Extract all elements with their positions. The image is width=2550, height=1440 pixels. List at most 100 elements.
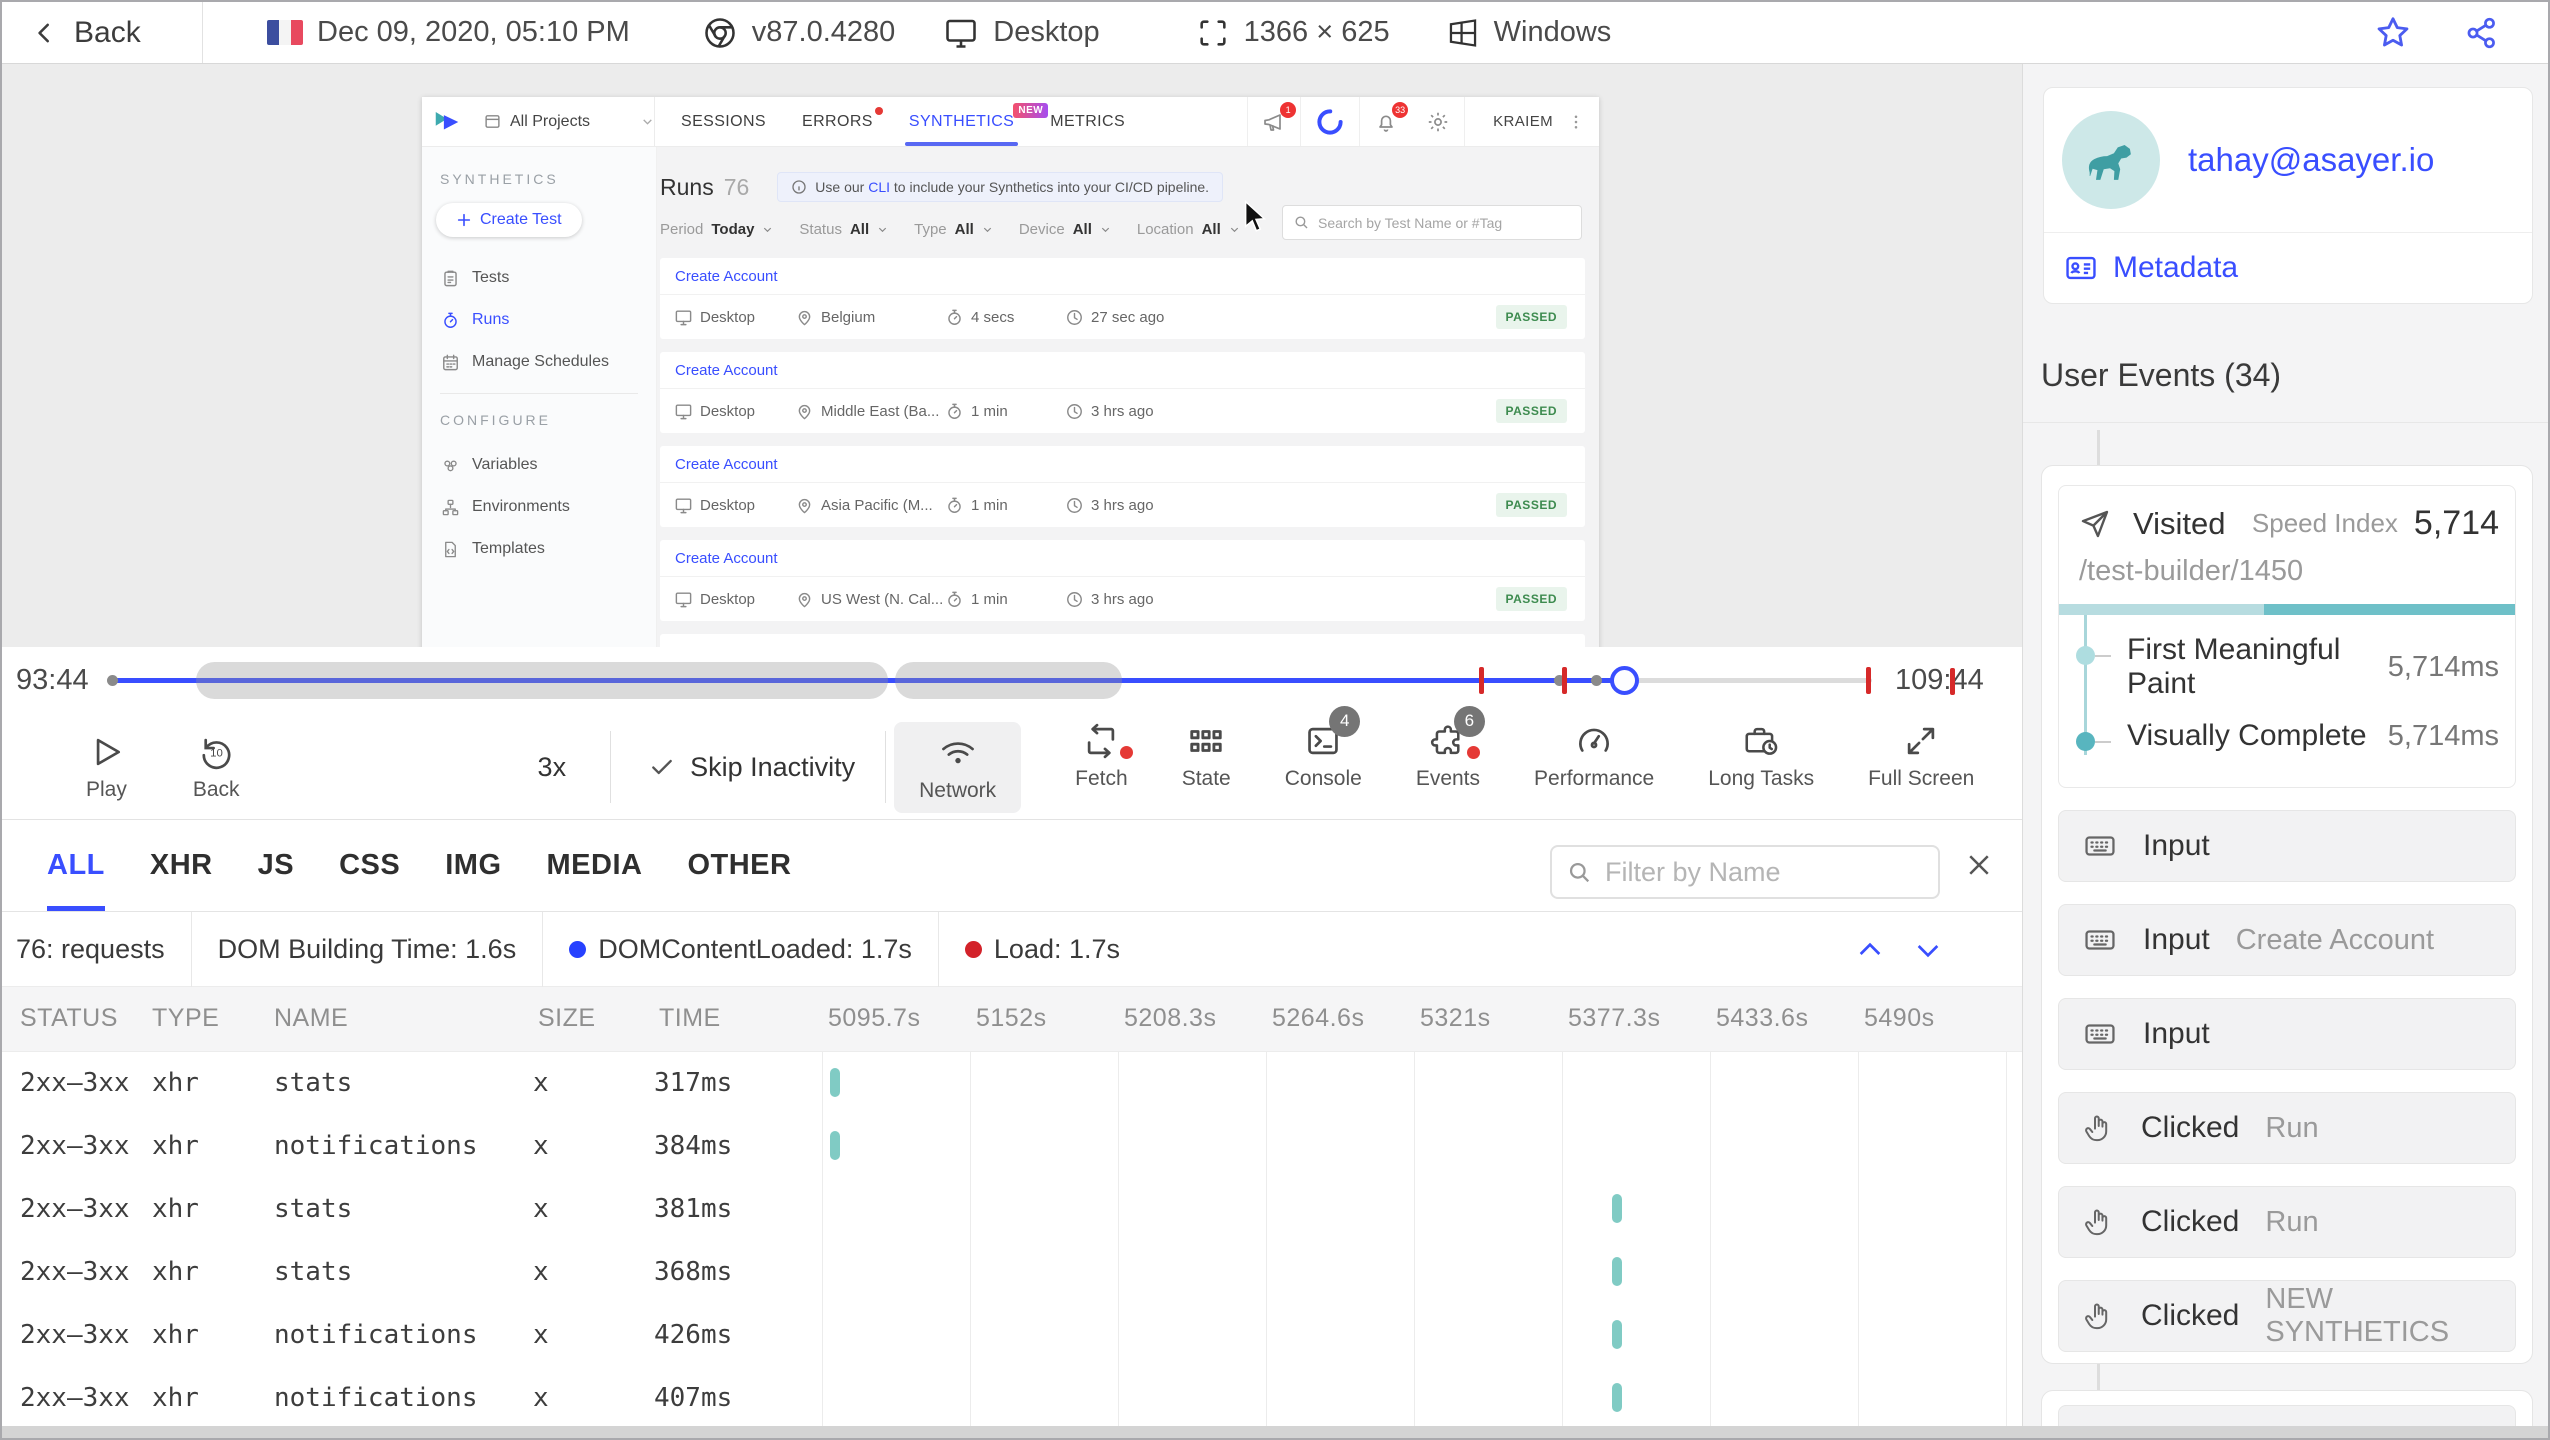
- back-button[interactable]: Back: [2, 16, 202, 50]
- favorite-star-icon[interactable]: [2374, 14, 2412, 52]
- run-detail-row: Desktop Belgium 4 secs 27 sec ago PASSED: [660, 294, 1585, 339]
- clicked-event-item[interactable]: Clicked Run: [2058, 1092, 2516, 1164]
- back-10-button[interactable]: 10 Back: [193, 733, 240, 802]
- filter-device[interactable]: Device All: [1019, 221, 1111, 238]
- full-screen-panel-button[interactable]: Full Screen: [1868, 722, 1974, 791]
- clicked-event-item[interactable]: Clicked NEW SYNTHETICS: [2058, 1280, 2516, 1352]
- size-cell: x: [533, 1131, 549, 1161]
- net-tab-all[interactable]: ALL: [47, 820, 105, 911]
- chevron-down-icon[interactable]: [1912, 934, 1944, 966]
- run-device-label: Desktop: [700, 402, 756, 420]
- events-panel-button[interactable]: 6 Events: [1416, 705, 1485, 791]
- filter-status[interactable]: Status All: [799, 221, 888, 238]
- share-icon[interactable]: [2464, 15, 2500, 51]
- skip-inactivity-toggle[interactable]: Skip Inactivity: [649, 752, 855, 783]
- sidebar-item-runs[interactable]: Runs: [422, 299, 656, 341]
- horizontal-scrollbar[interactable]: [2, 1426, 2548, 1438]
- sidebar-item-label: Runs: [472, 311, 510, 328]
- input-event-item[interactable]: Input: [2058, 998, 2516, 1070]
- app-tab-metrics[interactable]: METRICS: [1050, 97, 1125, 146]
- user-menu[interactable]: KRAIEM: [1464, 97, 1599, 146]
- app-tab-errors[interactable]: ERRORS: [802, 97, 883, 146]
- chevron-up-icon[interactable]: [1854, 934, 1886, 966]
- filter-period[interactable]: Period Today: [660, 221, 773, 238]
- id-card-icon: [2064, 251, 2098, 285]
- col-header-name: NAME: [274, 1004, 349, 1032]
- network-request-row[interactable]: 2xx–3xx xhr stats x 368ms: [2, 1241, 2022, 1304]
- app-top-nav: All Projects SESSIONS ERRORS SYNTHETICS NEW…: [422, 96, 1599, 147]
- test-name-link[interactable]: Create Account: [660, 446, 1585, 482]
- net-tab-img[interactable]: IMG: [445, 820, 501, 911]
- project-selector[interactable]: All Projects: [484, 113, 654, 131]
- app-tab-synthetics[interactable]: SYNTHETICS NEW: [904, 97, 1049, 146]
- user-email-link[interactable]: tahay@asayer.io: [2188, 141, 2434, 179]
- notifications-badge: 33: [1392, 102, 1409, 118]
- metric-row: Visually Complete 5,714ms: [2059, 719, 2499, 753]
- fetch-panel-button[interactable]: Fetch: [1075, 722, 1134, 791]
- test-name-link[interactable]: Create Account: [660, 540, 1585, 576]
- network-filter-box[interactable]: [1550, 845, 1940, 899]
- settings-button[interactable]: [1412, 97, 1464, 146]
- network-request-row[interactable]: 2xx–3xx xhr notifications x 407ms: [2, 1367, 2022, 1430]
- next-events-group-card: [2041, 1390, 2533, 1430]
- app-tab-sessions[interactable]: SESSIONS: [681, 97, 766, 146]
- network-request-row[interactable]: 2xx–3xx xhr stats x 317ms: [2, 1052, 2022, 1115]
- network-request-row[interactable]: 2xx–3xx xhr notifications x 384ms: [2, 1115, 2022, 1178]
- clock-icon: [1065, 402, 1084, 421]
- speed-index-label: Speed Index: [2251, 508, 2398, 538]
- long-tasks-panel-button[interactable]: Long Tasks: [1708, 722, 1814, 791]
- network-request-row[interactable]: 2xx–3xx xhr stats x 381ms: [2, 1178, 2022, 1241]
- dcl-dot-icon: [569, 940, 587, 958]
- net-tab-media[interactable]: MEDIA: [547, 820, 643, 911]
- console-panel-button[interactable]: 4 Console: [1285, 705, 1362, 791]
- sidebar-item-environments[interactable]: Environments: [422, 486, 656, 528]
- test-name-link[interactable]: Create Account: [660, 352, 1585, 388]
- run-location: Belgium: [795, 308, 945, 327]
- net-tab-css[interactable]: CSS: [339, 820, 400, 911]
- inactivity-region: [196, 662, 889, 699]
- run-detail-row: Desktop Middle East (Ba... 1 min 3 hrs ago P…: [660, 388, 1585, 433]
- gear-icon: [1426, 110, 1450, 134]
- test-name-link[interactable]: Create Account: [660, 634, 1585, 647]
- state-panel-button[interactable]: State: [1182, 722, 1231, 791]
- notifications-button[interactable]: 33: [1359, 97, 1412, 146]
- timeline-track[interactable]: [107, 662, 1872, 699]
- visited-url: /test-builder/1450: [2079, 555, 2304, 587]
- sidebar-item-manage-schedules[interactable]: Manage Schedules: [422, 341, 656, 383]
- gauge-icon: [1575, 722, 1613, 760]
- fetch-icon: [1082, 722, 1134, 760]
- cli-link[interactable]: CLI: [868, 179, 890, 195]
- visited-event-card[interactable]: Visited Speed Index 5,714 /test-builder/…: [2058, 485, 2516, 788]
- grid-icon: [1187, 722, 1225, 760]
- filter-type[interactable]: Type All: [914, 221, 993, 238]
- divider: [440, 393, 638, 394]
- net-tab-other[interactable]: OTHER: [687, 820, 791, 911]
- create-test-button[interactable]: Create Test: [436, 203, 582, 237]
- input-event-item[interactable]: Input: [2058, 810, 2516, 882]
- metric-value: 5,714ms: [2387, 650, 2499, 683]
- net-tab-xhr[interactable]: XHR: [150, 820, 213, 911]
- network-table-header: STATUS TYPE NAME SIZE TIME 5095.7s 5152s 5208.3…: [2, 987, 2022, 1052]
- close-panel-icon[interactable]: [1964, 850, 1994, 880]
- performance-panel-button[interactable]: Performance: [1534, 722, 1654, 791]
- net-tab-js[interactable]: JS: [258, 820, 294, 911]
- sidebar-item-templates[interactable]: Templates: [422, 528, 656, 570]
- keyboard-icon: [2083, 829, 2117, 863]
- test-name-link[interactable]: Create Account: [660, 258, 1585, 294]
- playback-speed-button[interactable]: 3x: [538, 752, 567, 783]
- playhead[interactable]: [1609, 666, 1639, 695]
- test-search-box[interactable]: [1282, 205, 1582, 240]
- network-request-row[interactable]: 2xx–3xx xhr notifications x 426ms: [2, 1304, 2022, 1367]
- filter-location[interactable]: Location All: [1137, 221, 1240, 238]
- metadata-button[interactable]: Metadata: [2044, 232, 2532, 303]
- sidebar-item-variables[interactable]: Variables: [422, 444, 656, 486]
- network-panel-button[interactable]: Network: [894, 721, 1022, 813]
- sidebar-item-tests[interactable]: Tests: [422, 257, 656, 299]
- announcements-button[interactable]: 1: [1247, 97, 1300, 146]
- size-cell: x: [533, 1194, 549, 1224]
- play-button[interactable]: Play: [86, 733, 127, 802]
- network-filter-input[interactable]: [1605, 856, 1924, 888]
- input-event-item[interactable]: Input Create Account: [2058, 904, 2516, 976]
- clicked-event-item[interactable]: Clicked Run: [2058, 1186, 2516, 1258]
- test-search-input[interactable]: [1318, 214, 1571, 231]
